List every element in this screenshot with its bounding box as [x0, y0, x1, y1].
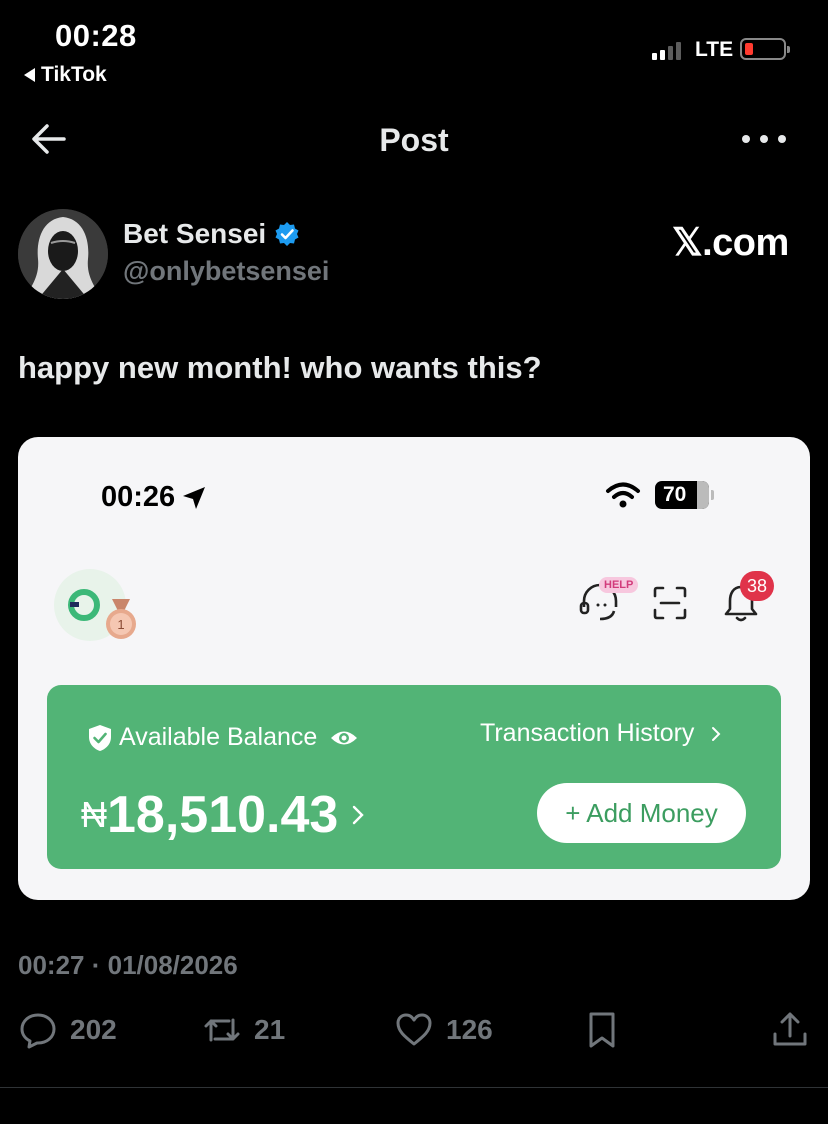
post-image[interactable]: 00:26 70 1 HELP 38 Available Balance Tra…	[18, 437, 810, 900]
eye-icon[interactable]	[329, 727, 359, 749]
rank-medal-icon: 1	[106, 599, 136, 639]
repost-count: 21	[254, 1014, 286, 1045]
chevron-right-icon	[353, 805, 365, 825]
bookmark-button[interactable]	[582, 1010, 622, 1050]
reply-count: 202	[70, 1014, 117, 1045]
chevron-right-icon	[712, 726, 721, 741]
scan-icon[interactable]	[652, 585, 688, 621]
avatar[interactable]	[18, 209, 108, 299]
repost-button[interactable]: 21	[202, 1010, 285, 1050]
like-button[interactable]: 126	[394, 1010, 493, 1050]
location-arrow-icon	[183, 486, 206, 509]
network-type: LTE	[695, 38, 734, 61]
embedded-status-time: 00:26	[101, 481, 176, 513]
available-balance-label: Available Balance	[119, 723, 318, 751]
add-money-button[interactable]: + Add Money	[537, 783, 746, 843]
back-to-app-link[interactable]: TikTok	[24, 63, 107, 87]
heart-icon	[396, 1013, 432, 1046]
embedded-battery-icon: 70	[655, 481, 714, 509]
embedded-battery-level: 70	[663, 483, 687, 506]
status-time: 00:28	[55, 18, 137, 53]
x-watermark: 𝕏.com	[672, 222, 789, 264]
divider	[0, 1087, 828, 1088]
notification-count-badge: 38	[740, 571, 774, 601]
battery-icon	[740, 38, 790, 60]
reply-icon	[20, 1013, 56, 1049]
wifi-icon	[606, 482, 640, 508]
balance-amount-row[interactable]: ₦ 18,510.43	[81, 785, 366, 845]
transaction-history-link[interactable]: Transaction History	[480, 719, 722, 748]
help-badge: HELP	[599, 577, 639, 593]
author-name-row[interactable]: Bet Sensei	[123, 218, 300, 250]
balance-amount: 18,510.43	[107, 786, 339, 844]
share-icon	[773, 1012, 807, 1046]
post-text: happy new month! who wants this?	[18, 350, 542, 385]
back-app-label: TikTok	[41, 63, 107, 86]
signal-icon	[652, 40, 681, 60]
embedded-status-time-row: 00:26	[101, 481, 207, 514]
like-count: 126	[446, 1014, 493, 1045]
action-bar: 202 21 126	[18, 1010, 810, 1054]
post-timestamp: 00:27 · 01/08/2026	[18, 950, 238, 980]
available-balance-row: Available Balance	[87, 723, 359, 752]
shield-check-icon	[89, 724, 111, 751]
back-triangle-icon	[24, 68, 35, 82]
medal-label: 1	[117, 617, 124, 632]
verified-badge-icon	[275, 222, 299, 246]
bookmark-icon	[589, 1012, 615, 1048]
repost-icon	[204, 1018, 240, 1042]
share-button[interactable]	[770, 1010, 810, 1050]
currency-symbol: ₦	[81, 794, 107, 835]
reply-button[interactable]: 202	[18, 1010, 117, 1050]
transaction-history-label: Transaction History	[480, 719, 695, 747]
balance-card: Available Balance Transaction History ₦ …	[47, 685, 781, 869]
author-name: Bet Sensei	[123, 218, 267, 249]
page-title: Post	[379, 122, 449, 158]
author-handle[interactable]: @onlybetsensei	[123, 256, 329, 287]
more-options-icon[interactable]	[742, 124, 786, 154]
